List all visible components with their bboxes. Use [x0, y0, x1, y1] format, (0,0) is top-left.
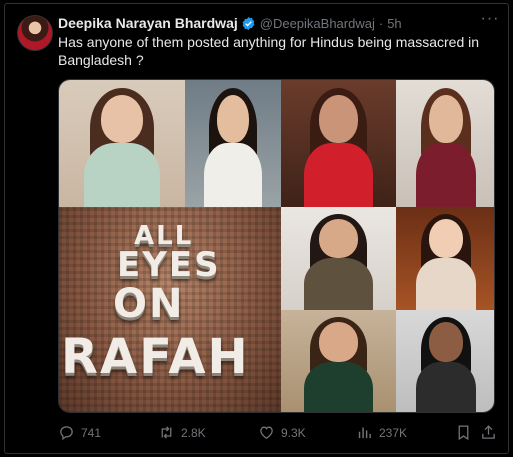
- separator-dot: ·: [378, 15, 384, 31]
- photo-tile-1: [59, 80, 185, 207]
- tweet-text: Has anyone of them posted anything for H…: [58, 34, 480, 68]
- handle[interactable]: @DeepikaBhardwaj: [260, 16, 375, 31]
- bookmark-button[interactable]: [455, 424, 472, 441]
- photo-tile-4: [396, 80, 494, 207]
- share-button[interactable]: [480, 424, 497, 441]
- like-button[interactable]: 9.3K: [258, 424, 306, 441]
- tweet-actions: 741 2.8K 9.3K 237K: [58, 424, 498, 442]
- repost-icon: [161, 426, 172, 439]
- photo-tile-6: [396, 207, 494, 310]
- photo-tile-8: [396, 310, 494, 412]
- more-options-icon[interactable]: ···: [480, 11, 500, 30]
- views-count: 237K: [379, 425, 408, 440]
- rafah-line-2: EYES: [117, 245, 221, 285]
- avatar[interactable]: [17, 15, 53, 51]
- timestamp[interactable]: 5h: [387, 16, 401, 31]
- all-eyes-on-rafah-image: ALL EYES ON RAFAH: [59, 207, 281, 412]
- tweet-media[interactable]: ALL EYES ON RAFAH: [58, 79, 495, 413]
- rafah-line-4: RAFAH: [61, 329, 250, 385]
- photo-tile-3: [281, 80, 396, 207]
- reply-icon: [60, 426, 73, 441]
- tweet-header: Deepika Narayan Bhardwaj @DeepikaBhardwa…: [58, 14, 402, 32]
- rafah-line-3: ON: [113, 281, 185, 327]
- like-count: 9.3K: [281, 425, 306, 440]
- reply-count: 741: [81, 425, 102, 440]
- display-name[interactable]: Deepika Narayan Bhardwaj: [58, 15, 238, 31]
- photo-tile-5: [281, 207, 396, 310]
- photo-tile-2: [185, 80, 281, 207]
- bookmark-icon: [458, 425, 469, 441]
- repost-button[interactable]: 2.8K: [158, 424, 206, 441]
- photo-tile-7: [281, 310, 396, 412]
- share-icon: [482, 425, 495, 439]
- repost-count: 2.8K: [181, 425, 206, 440]
- reply-button[interactable]: 741: [58, 424, 101, 441]
- verified-badge-icon: [242, 16, 255, 30]
- heart-icon: [260, 426, 273, 439]
- views-button[interactable]: 237K: [356, 424, 407, 441]
- views-chart-icon: [358, 427, 371, 439]
